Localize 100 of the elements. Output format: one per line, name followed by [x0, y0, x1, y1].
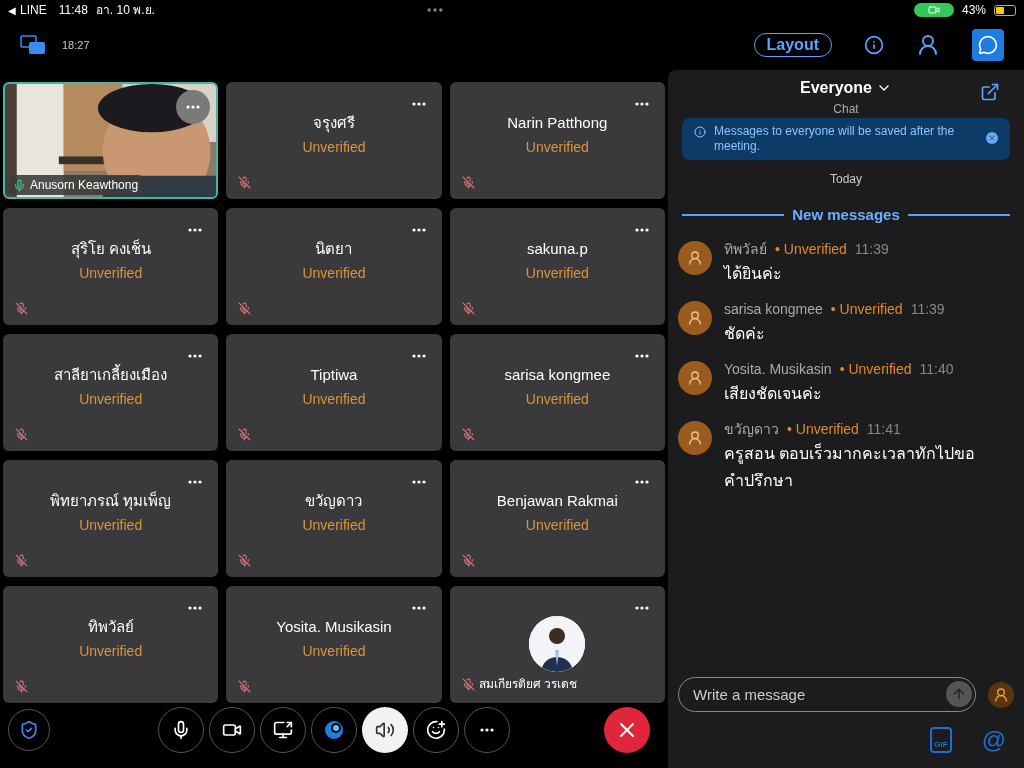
swirl-icon	[323, 719, 345, 741]
smile-plus-icon	[426, 720, 446, 740]
participant-name: สมเกียรติยศ วรเดช	[478, 676, 577, 693]
message-time: 11:40	[919, 359, 954, 379]
clock: 11:48	[58, 2, 88, 19]
speaker-icon	[375, 720, 395, 740]
audience-dropdown[interactable]: Everyone	[799, 76, 892, 100]
more-icon[interactable]	[411, 606, 426, 610]
info-icon	[694, 126, 706, 138]
more-icon[interactable]	[188, 354, 203, 358]
chat-button[interactable]	[972, 29, 1004, 61]
camera-button[interactable]	[209, 707, 255, 753]
mic-button[interactable]	[158, 707, 204, 753]
status-label: Unverified	[525, 389, 589, 409]
participant-name: Yosita. Musikasin	[276, 616, 392, 637]
participant-name: ทิพวัลย์	[87, 616, 134, 637]
status-label: Unverified	[302, 515, 366, 535]
avatar-icon	[678, 240, 712, 275]
message-text: ได้ยินค่ะ	[724, 263, 783, 284]
back-app-label[interactable]: LINE	[20, 1, 47, 19]
more-icon[interactable]	[635, 228, 649, 232]
battery-icon	[994, 4, 1016, 16]
status-label: • Unverified	[830, 299, 903, 319]
participant-name: สุริโย คงเช็น	[70, 238, 151, 259]
screens-icon[interactable]	[20, 35, 46, 55]
message-time: 11:41	[866, 419, 901, 439]
sender-name: ทิพวัลย์	[724, 239, 767, 259]
status-label: • Unverified	[839, 359, 912, 379]
message-field[interactable]: Write a message	[678, 677, 976, 712]
back-glyph[interactable]: ◀	[8, 2, 16, 18]
status-label: Unverified	[525, 137, 589, 157]
more-icon[interactable]	[411, 354, 426, 358]
more-icon[interactable]	[188, 606, 203, 610]
participant-name: Tiptiwa	[310, 364, 358, 385]
status-label: Unverified	[302, 389, 366, 409]
guest-warning-icon[interactable]	[988, 681, 1014, 708]
more-icon[interactable]	[635, 606, 649, 610]
pop-out-icon[interactable]	[980, 82, 1000, 102]
status-label: Unverified	[79, 263, 143, 283]
participant-name: จรุงศรี	[313, 112, 355, 133]
more-icon[interactable]	[411, 102, 426, 106]
panel-subtitle: Chat	[833, 101, 859, 118]
status-label: Unverified	[302, 263, 366, 283]
status-label: Unverified	[525, 263, 589, 283]
more-icon[interactable]	[188, 228, 203, 232]
message-text: ครูสอน ตอบเร็วมากคะเวลาทักไปขอคำปรึกษา	[724, 442, 977, 491]
status-label: • Unverified	[787, 419, 859, 439]
notice-text: Messages to everyone will be saved after the meeting.	[714, 124, 956, 154]
upload-icon	[273, 720, 293, 740]
more-icon[interactable]	[635, 102, 649, 106]
message-text: ชัดค่ะ	[724, 323, 766, 344]
more-icon[interactable]	[635, 354, 649, 358]
status-label: Unverified	[302, 641, 366, 661]
more-icon[interactable]	[411, 480, 426, 484]
leave-button[interactable]	[604, 707, 650, 753]
status-label: Unverified	[79, 515, 143, 535]
mic-icon	[171, 720, 191, 740]
battery-percent: 43%	[961, 2, 986, 19]
more-icon[interactable]	[411, 228, 426, 232]
info-icon[interactable]	[864, 35, 884, 55]
chat-icon	[978, 35, 998, 55]
avatar-icon	[678, 300, 712, 335]
share-button[interactable]	[260, 707, 306, 753]
reactions-button[interactable]	[413, 707, 459, 753]
status-label: Unverified	[79, 389, 143, 409]
participant-name: นิตยา	[315, 238, 353, 259]
more-icon[interactable]	[635, 480, 649, 484]
avatar-icon	[678, 420, 712, 455]
participant-name: ขวัญดาว	[305, 490, 363, 511]
participants-icon[interactable]	[916, 33, 940, 57]
message-time: 11:39	[910, 299, 945, 319]
status-label: • Unverified	[775, 239, 847, 259]
sender-name: ขวัญดาว	[724, 419, 779, 439]
status-label: Unverified	[79, 641, 143, 661]
new-messages-divider: New messages	[792, 205, 900, 225]
meeting-duration: 18:27	[62, 37, 90, 53]
participant-name: sakuna.p	[526, 238, 588, 259]
participant-name: Narin Patthong	[507, 112, 608, 133]
participant-name: Anusorn Keawthong	[30, 177, 139, 194]
more-icon[interactable]	[188, 480, 203, 484]
speaker-button[interactable]	[362, 707, 408, 753]
sender-name: sarisa kongmee	[724, 299, 823, 319]
participant-name: สาลียาเกลี้ยงเมือง	[54, 364, 168, 385]
day-label: Today	[830, 171, 862, 188]
shield-icon	[19, 720, 39, 740]
message-time: 11:39	[854, 239, 889, 259]
participant-name: sarisa kongmee	[504, 364, 611, 385]
assistant-button[interactable]	[311, 707, 357, 753]
participant-name: พิทยาภรณ์ ทุมเพ็ญ	[50, 490, 172, 511]
message-text: เสียงชัดเจนค่ะ	[724, 383, 823, 404]
avatar-icon	[678, 360, 712, 395]
camera-indicator	[913, 3, 954, 17]
sender-name: Yosita. Musikasin	[724, 359, 832, 379]
dismiss-icon[interactable]	[986, 132, 998, 144]
more-icon	[186, 105, 201, 109]
date: อา. 10 พ.ย.	[95, 2, 155, 19]
more-icon	[480, 728, 494, 732]
status-label: Unverified	[525, 515, 589, 535]
participant-name: Benjawan Rakmai	[496, 490, 618, 511]
status-label: Unverified	[302, 137, 366, 157]
